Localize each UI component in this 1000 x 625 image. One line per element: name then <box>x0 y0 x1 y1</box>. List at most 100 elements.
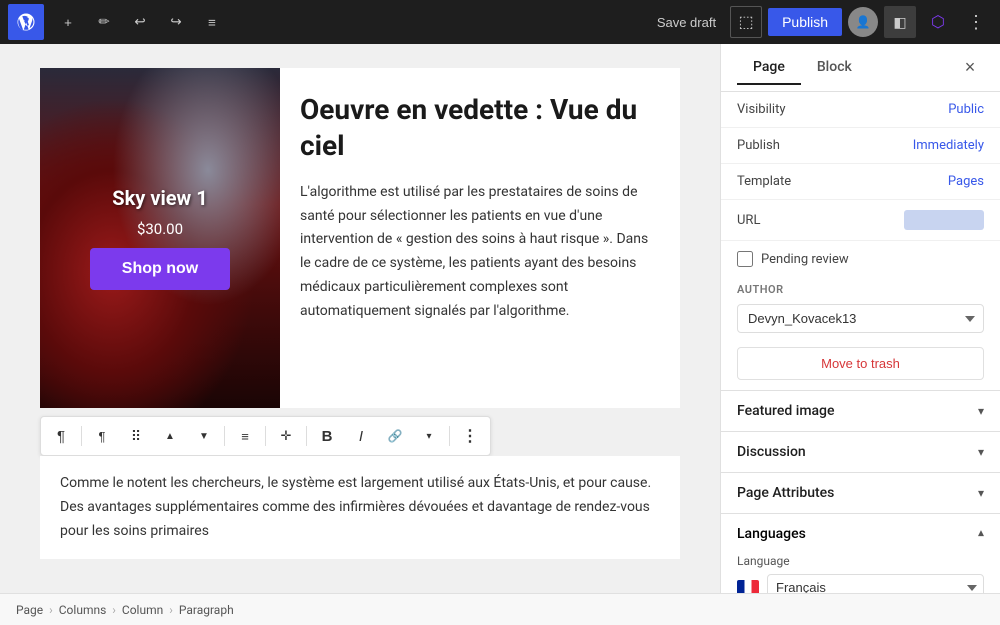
transform-icon: ¶ <box>57 428 65 445</box>
article-body-1: L'algorithme est utilisé par les prestat… <box>300 181 660 324</box>
pending-review-checkbox[interactable] <box>737 251 753 267</box>
paragraph-icon-button[interactable]: ¶ <box>86 420 118 452</box>
breadcrumb-sep-3: › <box>169 603 173 617</box>
user-avatar[interactable]: 👤 <box>848 7 878 37</box>
bold-button[interactable]: B <box>311 420 343 452</box>
breadcrumb-columns[interactable]: Columns <box>59 603 107 617</box>
featured-image-collapsible[interactable]: Featured image ▾ <box>721 390 1000 431</box>
breadcrumb: Page › Columns › Column › Paragraph <box>0 593 1000 625</box>
french-flag-icon <box>737 580 759 594</box>
breadcrumb-page[interactable]: Page <box>16 603 43 617</box>
undo-button[interactable]: ↩ <box>124 6 156 38</box>
product-price: $30.00 <box>137 220 183 238</box>
paragraph-toolbar: ¶ ¶ ⠿ ▲ ▼ ≡ <box>40 416 491 456</box>
breadcrumb-paragraph[interactable]: Paragraph <box>179 603 234 617</box>
language-label: Language <box>737 554 984 568</box>
more-options-icon: ⋮ <box>967 12 985 33</box>
url-row: URL <box>721 200 1000 241</box>
product-title: Sky view 1 <box>112 186 207 210</box>
list-view-button[interactable]: ≡ <box>196 6 228 38</box>
article-body-2-block: Comme le notent les chercheurs, le systè… <box>40 456 680 559</box>
block-options-button[interactable]: ⋮ <box>454 420 486 452</box>
toolbar-divider-5 <box>449 426 450 446</box>
move-to-trash-button[interactable]: Move to trash <box>737 347 984 380</box>
move-button[interactable]: ✛ <box>270 420 302 452</box>
template-value[interactable]: Pages <box>948 174 984 189</box>
paragraph-icon: ¶ <box>99 429 106 444</box>
page-attributes-collapsible[interactable]: Page Attributes ▾ <box>721 472 1000 513</box>
drag-handle-button[interactable]: ⠿ <box>120 420 152 452</box>
languages-label: Languages <box>737 526 806 542</box>
align-button[interactable]: ≡ <box>229 420 261 452</box>
article-column: Oeuvre en vedette : Vue du ciel L'algori… <box>280 68 680 408</box>
breadcrumb-column[interactable]: Column <box>122 603 163 617</box>
options-icon: ⋮ <box>462 426 478 446</box>
settings-toggle-button[interactable]: ◧ <box>884 6 916 38</box>
redo-button[interactable]: ↪ <box>160 6 192 38</box>
sidebar-header: Page Block × <box>721 44 1000 92</box>
article-body-2: Comme le notent les chercheurs, le systè… <box>60 472 660 543</box>
article-title: Oeuvre en vedette : Vue du ciel <box>300 92 660 165</box>
main-area: Sky view 1 $30.00 Shop now Oeuvre en ved… <box>0 44 1000 593</box>
tab-block[interactable]: Block <box>801 51 868 85</box>
featured-image-chevron: ▾ <box>978 404 984 418</box>
top-toolbar: + ✏ ↩ ↪ ≡ Save draft ⬚ Publish 👤 ◧ ⬡ ⋮ <box>0 0 1000 44</box>
move-down-button[interactable]: ▼ <box>188 420 220 452</box>
author-select[interactable]: Devyn_Kovacek13 <box>737 304 984 333</box>
view-button[interactable]: ⬚ <box>730 6 762 38</box>
transform-block-button[interactable]: ¶ <box>45 420 77 452</box>
sidebar-close-button[interactable]: × <box>956 54 984 82</box>
settings-icon: ◧ <box>893 14 906 31</box>
drag-icon: ⠿ <box>131 428 141 445</box>
product-bg <box>40 68 280 408</box>
sidebar-tabs: Page Block <box>737 51 956 85</box>
languages-section: Languages ▾ Language Français Translatio… <box>721 513 1000 593</box>
toolbar-divider-4 <box>306 426 307 446</box>
breadcrumb-sep-2: › <box>112 603 116 617</box>
plugins-icon: ⬡ <box>931 12 945 32</box>
view-icon: ⬚ <box>739 12 754 32</box>
link-icon: 🔗 <box>388 429 403 443</box>
wordpress-icon <box>16 12 36 32</box>
visibility-row: Visibility Public <box>721 92 1000 128</box>
more-rich-button[interactable]: ▾ <box>413 420 445 452</box>
move-up-button[interactable]: ▲ <box>154 420 186 452</box>
url-field[interactable] <box>904 210 984 230</box>
discussion-chevron: ▾ <box>978 445 984 459</box>
language-select-row: Français <box>737 574 984 593</box>
page-attributes-chevron: ▾ <box>978 486 984 500</box>
shop-now-button[interactable]: Shop now <box>90 248 230 290</box>
toolbar-divider-3 <box>265 426 266 446</box>
author-section-label: AUTHOR <box>721 277 1000 300</box>
italic-button[interactable]: I <box>345 420 377 452</box>
save-draft-button[interactable]: Save draft <box>649 11 724 34</box>
product-column: Sky view 1 $30.00 Shop now <box>40 68 280 408</box>
featured-image-label: Featured image <box>737 403 835 419</box>
publish-button[interactable]: Publish <box>768 8 842 36</box>
publish-value[interactable]: Immediately <box>913 138 984 153</box>
up-icon: ▲ <box>165 431 175 442</box>
link-button[interactable]: 🔗 <box>379 420 411 452</box>
template-row: Template Pages <box>721 164 1000 200</box>
paragraph-toolbar-wrap: ¶ ¶ ⠿ ▲ ▼ ≡ <box>40 416 680 456</box>
editor-area[interactable]: Sky view 1 $30.00 Shop now Oeuvre en ved… <box>0 44 720 593</box>
language-select[interactable]: Français <box>767 574 984 593</box>
page-attributes-label: Page Attributes <box>737 485 834 501</box>
add-block-button[interactable]: + <box>52 6 84 38</box>
plugins-button[interactable]: ⬡ <box>922 6 954 38</box>
pending-review-row: Pending review <box>721 241 1000 277</box>
discussion-label: Discussion <box>737 444 806 460</box>
languages-title[interactable]: Languages ▾ <box>737 526 984 542</box>
template-label: Template <box>737 174 948 189</box>
discussion-collapsible[interactable]: Discussion ▾ <box>721 431 1000 472</box>
languages-chevron: ▾ <box>978 527 984 541</box>
more-options-button[interactable]: ⋮ <box>960 6 992 38</box>
publish-label: Publish <box>737 138 913 153</box>
edit-button[interactable]: ✏ <box>88 6 120 38</box>
columns-block: Sky view 1 $30.00 Shop now Oeuvre en ved… <box>40 68 680 408</box>
toolbar-divider-1 <box>81 426 82 446</box>
visibility-value[interactable]: Public <box>948 102 984 117</box>
wp-logo[interactable] <box>8 4 44 40</box>
breadcrumb-sep-1: › <box>49 603 53 617</box>
tab-page[interactable]: Page <box>737 51 801 85</box>
